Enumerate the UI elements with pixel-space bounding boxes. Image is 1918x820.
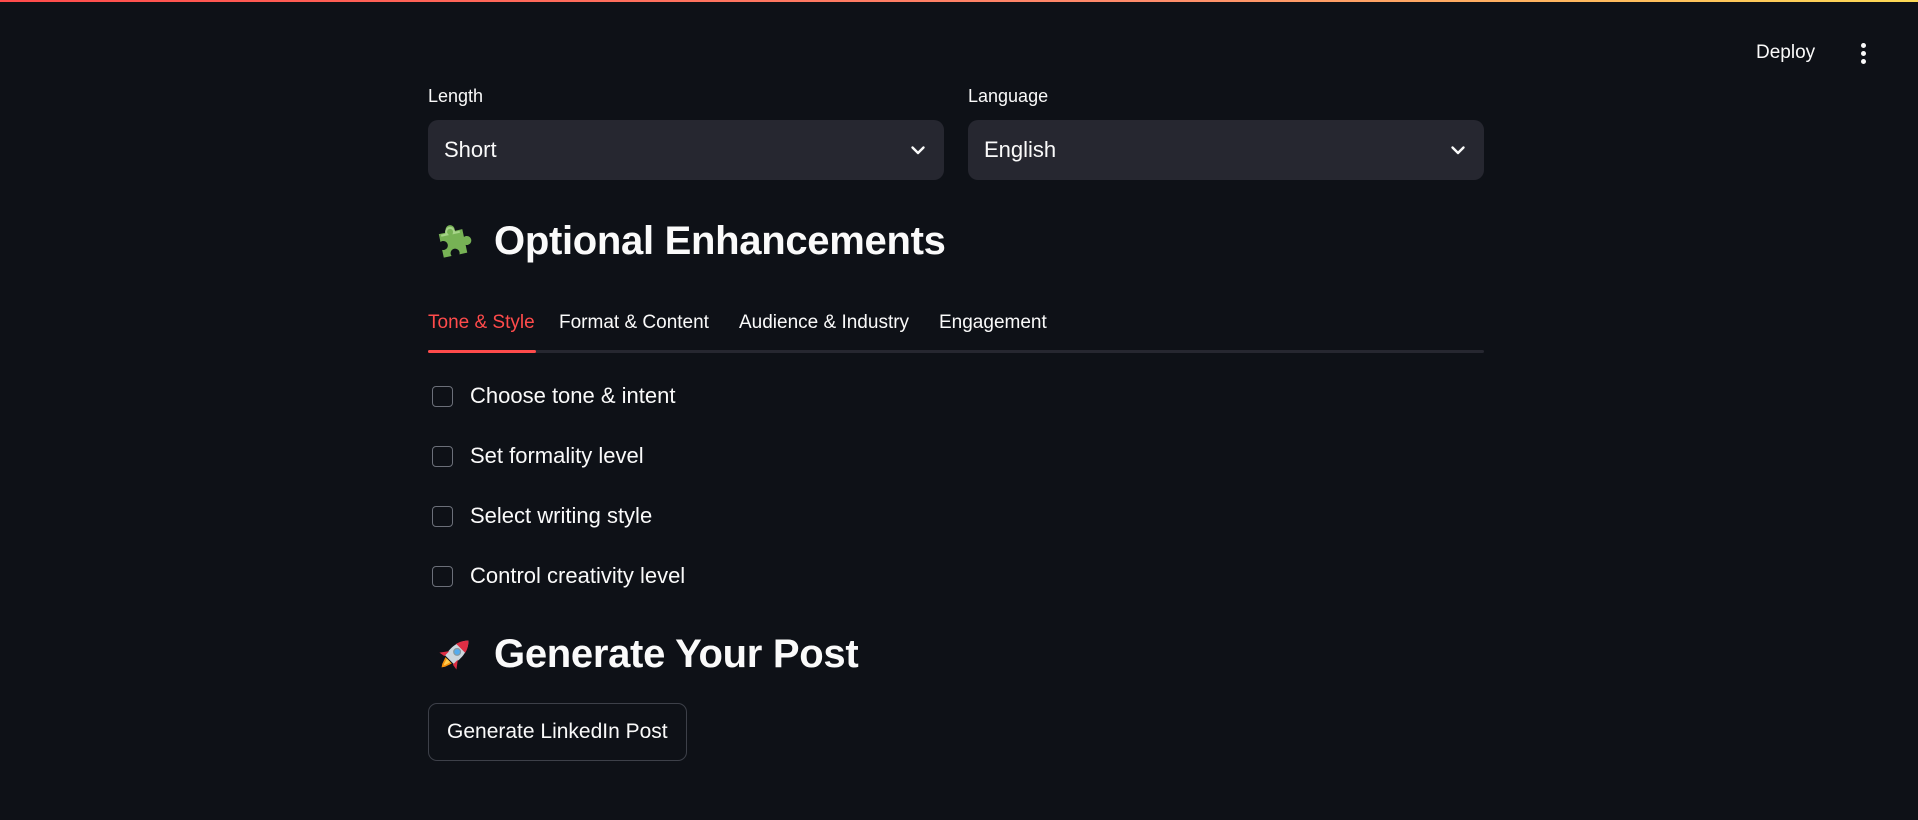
checkbox[interactable]: [432, 505, 453, 527]
app-header: Deploy: [0, 0, 1918, 90]
tab-audience-industry[interactable]: Audience & Industry: [739, 308, 909, 338]
generate-linkedin-post-button[interactable]: Generate LinkedIn Post: [428, 703, 687, 761]
length-label: Length: [428, 86, 484, 106]
tab-tone-style[interactable]: Tone & Style: [428, 308, 535, 338]
tab-track: [428, 350, 1484, 353]
length-select-value: Short: [444, 137, 497, 162]
checkbox[interactable]: [432, 445, 453, 467]
language-select[interactable]: English: [968, 120, 1484, 180]
chevron-down-icon: [1448, 140, 1468, 160]
enhancements-title: Optional Enhancements: [494, 218, 946, 263]
option-label: Control creativity level: [470, 563, 686, 588]
enhancement-tabs: Tone & Style Format & Content Audience &…: [428, 300, 1484, 354]
generate-heading: Generate Your Post: [428, 626, 859, 682]
option-formality-level[interactable]: Set formality level: [432, 440, 644, 472]
checkbox[interactable]: [432, 385, 453, 407]
language-select-value: English: [984, 137, 1057, 162]
enhancements-heading: Optional Enhancements: [428, 213, 946, 269]
length-field: Length Short: [428, 84, 944, 180]
rocket-icon: [432, 631, 478, 677]
checkbox[interactable]: [432, 565, 453, 587]
tab-format-content[interactable]: Format & Content: [559, 308, 709, 338]
language-field: Language English: [968, 84, 1484, 180]
option-label: Set formality level: [470, 443, 644, 468]
deploy-button[interactable]: Deploy: [1748, 38, 1823, 68]
menu-dot: [1860, 58, 1866, 64]
language-label: Language: [968, 86, 1049, 106]
selects-row: Length Short Language English: [428, 84, 1484, 180]
menu-dot: [1860, 50, 1866, 56]
active-tab-indicator: [428, 350, 536, 353]
generate-title: Generate Your Post: [494, 631, 859, 676]
option-choose-tone[interactable]: Choose tone & intent: [432, 380, 675, 412]
length-select[interactable]: Short: [428, 120, 944, 180]
menu-dot: [1860, 42, 1866, 48]
option-label: Choose tone & intent: [470, 383, 676, 408]
puzzle-piece-icon: [432, 218, 478, 264]
tab-engagement[interactable]: Engagement: [939, 308, 1047, 338]
option-label: Select writing style: [470, 503, 653, 528]
option-writing-style[interactable]: Select writing style: [432, 500, 652, 532]
kebab-menu-icon[interactable]: [1848, 38, 1878, 68]
option-creativity-level[interactable]: Control creativity level: [432, 560, 685, 592]
chevron-down-icon: [908, 140, 928, 160]
